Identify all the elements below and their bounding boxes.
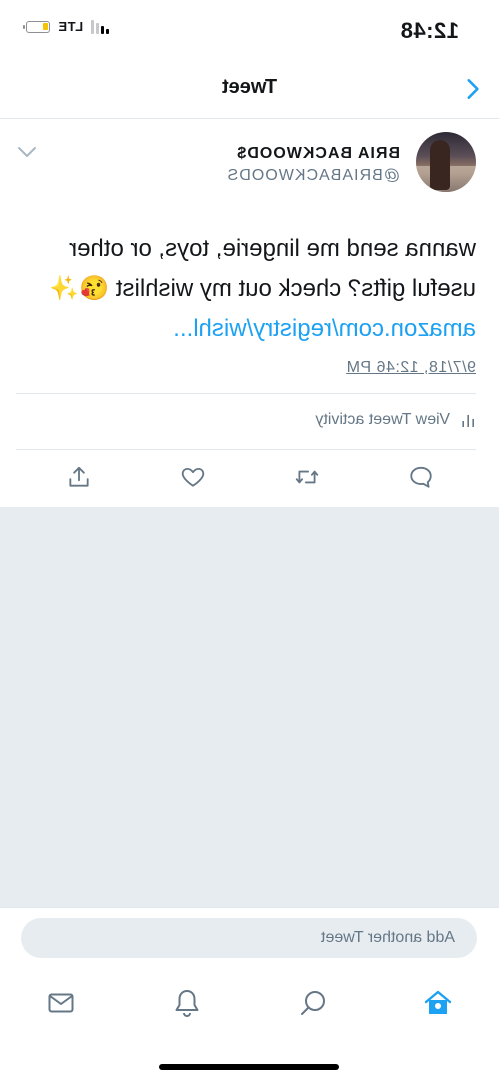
status-time: 12:48 [400,18,459,43]
bar-chart-icon [462,415,474,427]
home-indicator [159,1064,339,1070]
divider [16,449,476,450]
battery-icon [26,20,50,33]
home-icon [424,990,452,1014]
network-type: LTE [58,19,84,34]
tweet-text: wanna send me lingerie, toys, or other u… [16,229,476,349]
tweet-actions [0,461,499,501]
display-name[interactable]: BRIA BACKWOOD$ [236,145,400,163]
retweet-button[interactable] [291,461,323,493]
chevron-down-icon[interactable] [16,145,38,159]
avatar[interactable] [416,132,476,192]
search-icon [301,991,325,1015]
reply-icon [410,466,432,488]
nav-bar: Tweet [0,58,499,119]
tab-notifications[interactable] [167,983,207,1023]
status-bar: 12:48 LTE [0,0,499,58]
retweet-icon [295,470,319,484]
mirrored-screen: 12:48 LTE Tweet BRIA BACKWOOD$ @BRIABACK… [0,0,499,1080]
tab-search[interactable] [293,983,333,1023]
tab-bar [0,967,499,1080]
bell-icon [175,990,199,1017]
heart-icon [181,467,205,487]
user-handle[interactable]: @BRIABACKWOODS [227,167,400,185]
divider [16,393,476,394]
cellular-signal-icon [91,19,110,34]
replies-area [0,507,499,907]
activity-label: View Tweet activity [315,411,450,428]
tweet-link[interactable]: amazon.com/registry/wishl... [173,315,476,342]
tweet-timestamp[interactable]: 9/7/18, 12:46 PM [346,359,476,377]
tweet-activity-link[interactable]: View Tweet activity [315,411,476,429]
share-button[interactable] [63,461,95,493]
tweet-detail: BRIA BACKWOOD$ @BRIABACKWOODS wanna send… [0,119,499,507]
share-icon [69,466,89,487]
reply-composer: Add another Tweet [0,907,499,968]
add-tweet-input[interactable]: Add another Tweet [21,918,477,958]
status-indicators: LTE [26,19,110,34]
tab-home[interactable] [418,983,458,1023]
mail-icon [48,993,74,1013]
page-title: Tweet [221,76,278,98]
tab-messages[interactable] [41,983,81,1023]
like-button[interactable] [177,461,209,493]
tweet-body: wanna send me lingerie, toys, or other u… [49,235,476,302]
battery-level [43,22,48,30]
reply-button[interactable] [405,461,437,493]
